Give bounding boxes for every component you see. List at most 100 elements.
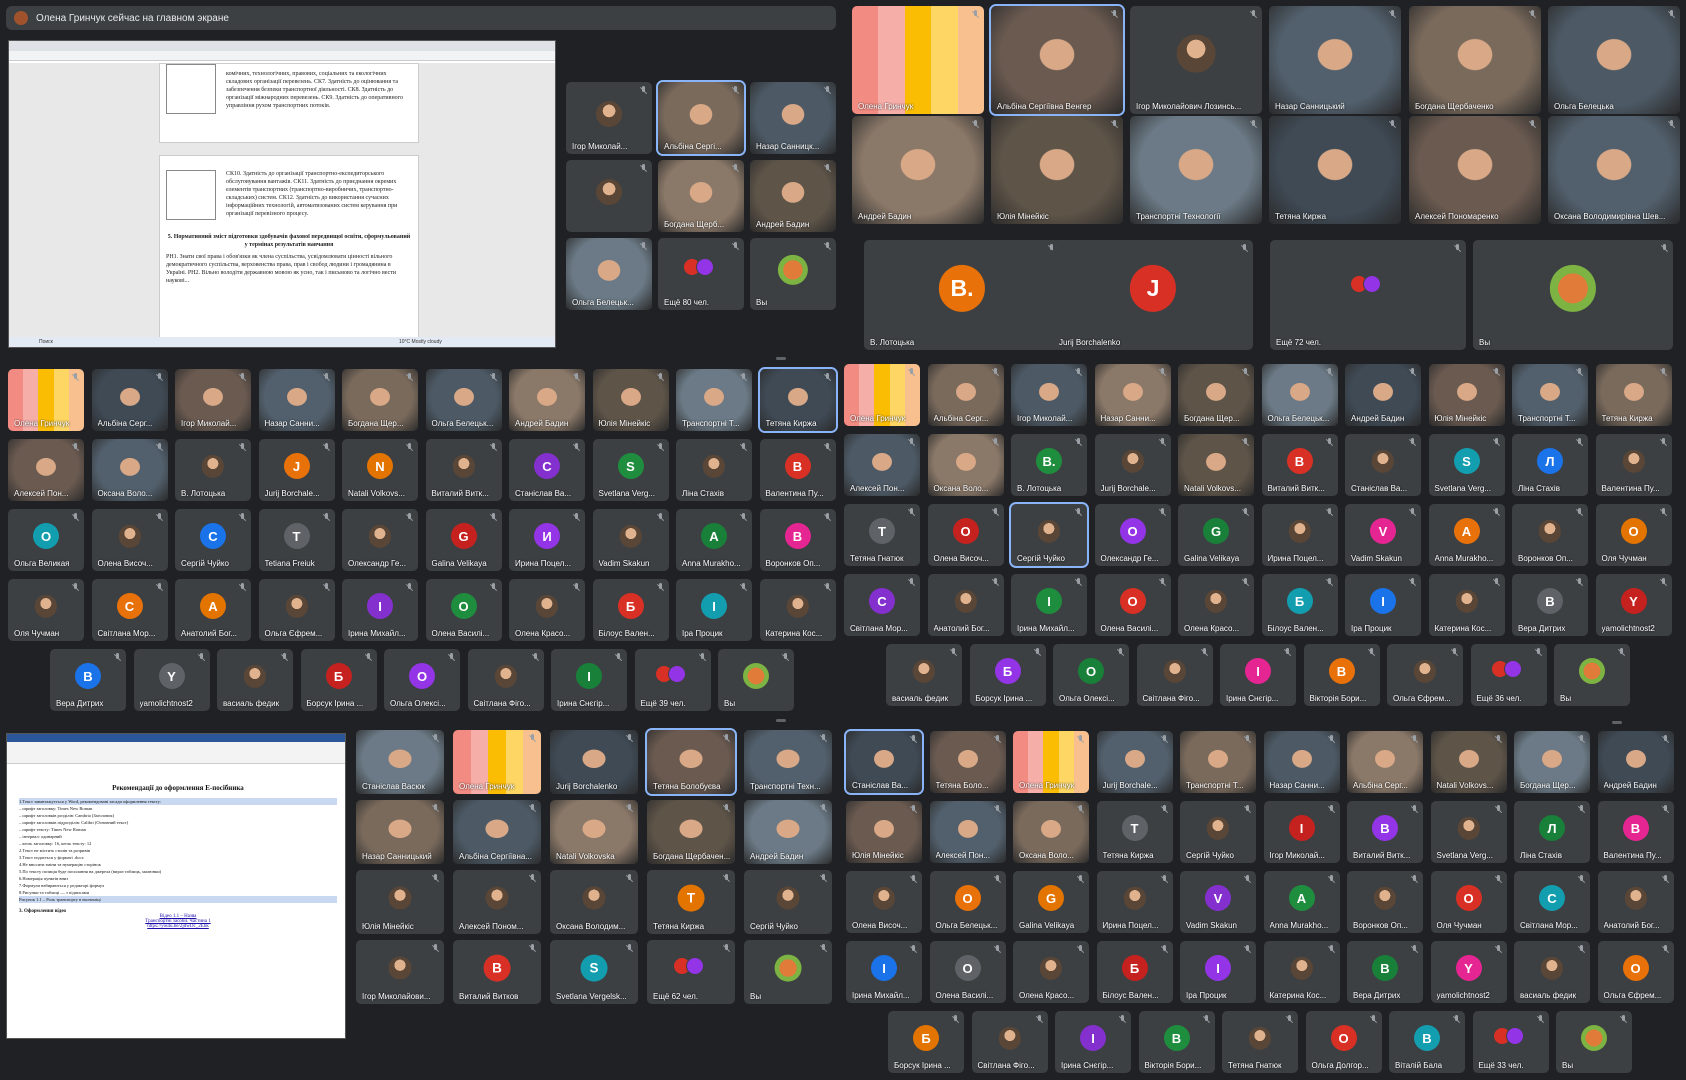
participant-tile[interactable]: О Олександр Ге... [1094,504,1171,566]
participant-tile[interactable]: Ещё 33 чел. [1472,1011,1549,1073]
word-link-3[interactable]: https://youtu.be/2jdwDc_2Ehk [19,924,337,929]
participant-tile[interactable]: Ещё 36 чел. [1470,644,1547,706]
participant-tile[interactable]: В Виталий Витк... [1261,434,1338,496]
participant-tile[interactable]: О Ольга Белецьк... [929,871,1006,933]
participant-tile[interactable]: Світлана Фіго... [467,649,544,711]
participant-tile[interactable]: Тетяна Гнатюк [1222,1011,1298,1073]
participant-tile[interactable]: Ігор Миколайович Лозинсь... [1130,6,1262,114]
participant-tile[interactable]: Назар Санницький [1269,6,1401,114]
participant-tile[interactable]: І Ірина Михайл... [846,941,922,1003]
participant-tile[interactable]: Ігор Миколай... [566,82,652,154]
participant-tile[interactable]: Сергій Чуйко [1009,502,1089,568]
participant-tile[interactable]: J Jurij Borchale... [258,439,335,501]
participant-tile[interactable]: N Natali Volkovs... [342,439,418,501]
participant-tile[interactable]: Т Тетяна Гнатюк [844,504,920,566]
participant-tile[interactable]: Тетяна Киржа [757,367,838,433]
participant-tile[interactable]: Ирина Поцел... [1261,504,1338,566]
participant-tile[interactable]: G Galina Velikaya [425,509,502,571]
participant-tile[interactable]: С Сергій Чуйко [175,509,251,571]
participant-tile[interactable]: васиаль федик [217,649,293,711]
participant-tile[interactable]: О Ольга Великая [8,509,84,571]
participant-tile[interactable]: Альбіна Серг... [927,364,1004,426]
participant-tile[interactable]: Валентина Пу... [1595,434,1672,496]
participant-tile[interactable]: А Анатолий Бог... [175,579,251,641]
participant-tile[interactable]: Ігор Миколайови... [356,940,444,1004]
participant-tile[interactable]: Ольга Єфрем... [1387,644,1463,706]
participant-tile[interactable]: Транспортні Технології [1130,116,1262,224]
participant-tile[interactable]: G Galina Velikaya [1178,504,1254,566]
participant-tile[interactable]: В. В. Лотоцька [864,240,1060,350]
participant-tile[interactable]: Вы [750,238,836,310]
participant-tile[interactable]: J Jurij Borchalenko [1053,240,1253,350]
participant-tile[interactable]: Андрей Бадин [509,369,585,431]
participant-tile[interactable]: Jurij Borchale... [1094,434,1171,496]
participant-tile[interactable]: О Оля Чучман [1595,504,1672,566]
participant-tile[interactable]: Тетяна Болобуєва [645,728,737,796]
participant-tile[interactable]: Т Тетяна Киржа [647,870,735,934]
participant-tile[interactable]: Ещё 62 чел. [647,940,735,1004]
participant-tile[interactable]: Тетяна Боло... [929,731,1006,793]
participant-tile[interactable]: Альбіна Сергіївна Венгер [989,4,1125,116]
participant-tile[interactable]: Алексей Пономаренко [1409,116,1541,224]
participant-tile[interactable]: О Ольга Олексі... [384,649,460,711]
participant-tile[interactable]: S Svetlana Verg... [1428,434,1505,496]
participant-tile[interactable]: О Олена Василі... [1094,574,1171,636]
participant-tile[interactable]: Ольга Белецька [1548,6,1680,114]
participant-tile[interactable]: Богдана Щер... [1178,364,1254,426]
participant-tile[interactable]: Богдана Щербаченко [1409,6,1541,114]
participant-tile[interactable]: V Vadim Skakun [1345,504,1421,566]
participant-tile[interactable]: Назар Санницький [356,800,444,864]
participant-tile[interactable]: О Ольга Єфрем... [1597,941,1674,1003]
participant-tile[interactable]: Jurij Borchale... [1096,731,1173,793]
participant-tile[interactable]: Юлія Мінейкіс [1428,364,1505,426]
participant-tile[interactable]: Олена Гринчук [453,730,541,794]
participant-tile[interactable]: Альбіна Серг... [91,369,168,431]
participant-tile[interactable]: І Ірина Снєгір... [551,649,627,711]
participant-tile[interactable]: Богдана Щер... [1514,731,1590,793]
participant-tile[interactable]: В Вікторія Бори... [1138,1011,1215,1073]
participant-tile[interactable]: Назар Санни... [1263,731,1340,793]
participant-tile[interactable]: Jurij Borchalenko [550,730,638,794]
participant-tile[interactable]: A Anna Murakho... [1263,871,1340,933]
participant-tile[interactable]: A Anna Murakho... [1428,504,1505,566]
participant-tile[interactable]: Олена Височ... [846,871,922,933]
participant-tile[interactable]: Вы [744,940,832,1004]
participant-tile[interactable]: В Віталій Бала [1389,1011,1465,1073]
participant-tile[interactable]: Ирина Поцел... [1096,871,1173,933]
participant-tile[interactable]: Тетяна Киржа [1595,364,1672,426]
participant-tile[interactable]: Богдана Щер... [342,369,418,431]
participant-tile[interactable]: В Валентина Пу... [759,439,836,501]
participant-tile[interactable]: Юлія Мінейкіс [356,870,444,934]
participant-tile[interactable]: Назар Санни... [1094,364,1171,426]
participant-tile[interactable]: Станіслав Ва... [1345,434,1421,496]
participant-tile[interactable]: Богдана Щерб... [658,160,744,232]
participant-tile[interactable]: Б Борсук Ірина ... [969,644,1046,706]
participant-tile[interactable]: С Світлана Мор... [1514,871,1590,933]
taskbar-search[interactable]: Поиск [39,339,53,345]
participant-tile[interactable]: Воронков Оп... [1347,871,1423,933]
participant-tile[interactable]: Олена Гринчук [852,6,984,114]
participant-tile[interactable]: В. Лотоцька [175,439,251,501]
participant-tile[interactable]: Виталий Витк... [425,439,502,501]
participant-tile[interactable]: О Ольга Долгор... [1305,1011,1382,1073]
participant-tile[interactable]: С Світлана Мор... [91,579,168,641]
participant-tile[interactable]: В Вікторія Бори... [1303,644,1380,706]
participant-tile[interactable]: Алексей Поном... [453,870,541,934]
participant-tile[interactable]: Олена Гринчук [8,369,84,431]
participant-tile[interactable]: Андрей Бадин [1345,364,1421,426]
participant-tile[interactable]: О Олена Василі... [929,941,1006,1003]
participant-tile[interactable]: T Tetiana Freiuk [258,509,335,571]
participant-tile[interactable]: Воронков Оп... [1512,504,1588,566]
participant-tile[interactable]: Юлія Мінейкіс [991,116,1123,224]
participant-tile[interactable]: І Ірина Михайл... [342,579,418,641]
participant-tile[interactable]: Ещё 72 чел. [1270,240,1466,350]
participant-tile[interactable]: Олена Височ... [91,509,168,571]
participant-tile[interactable]: С Станіслав Ва... [509,439,585,501]
participant-tile[interactable]: Олександр Ге... [342,509,418,571]
participant-tile[interactable]: Оксана Воло... [927,434,1004,496]
participant-tile[interactable]: В. В. Лотоцька [1011,434,1087,496]
participant-tile[interactable]: A Anna Murakho... [676,509,752,571]
participant-tile[interactable] [566,160,652,232]
participant-tile[interactable]: Транспортні Т... [1180,731,1256,793]
participant-tile[interactable]: васиаль федик [1514,941,1590,1003]
